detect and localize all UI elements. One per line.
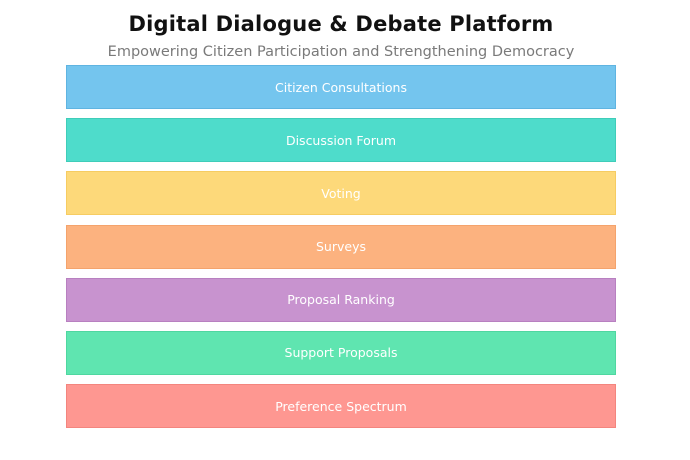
block-label: Proposal Ranking [287,292,395,308]
page-subtitle: Empowering Citizen Participation and Str… [107,44,575,60]
page-title: Digital Dialogue & Debate Platform [128,12,554,36]
block-proposal-ranking[interactable]: Proposal Ranking [66,277,616,322]
block-label: Discussion Forum [285,132,397,148]
block-label: Citizen Consultations [275,79,407,95]
block-label: Preference Spectrum [275,398,407,414]
block-preference-spectrum[interactable]: Preference Spectrum [66,384,616,429]
block-support-proposals[interactable]: Support Proposals [66,330,616,375]
block-surveys[interactable]: Surveys [66,224,616,269]
block-label: Surveys [316,239,366,255]
block-label: Voting [321,185,361,201]
block-voting[interactable]: Voting [66,171,616,216]
block-discussion-forum[interactable]: Discussion Forum [66,118,616,163]
block-label: Support Proposals [284,345,398,361]
feature-stack: Citizen Consultations Discussion Forum V… [66,65,616,437]
block-citizen-consultations[interactable]: Citizen Consultations [66,65,616,109]
